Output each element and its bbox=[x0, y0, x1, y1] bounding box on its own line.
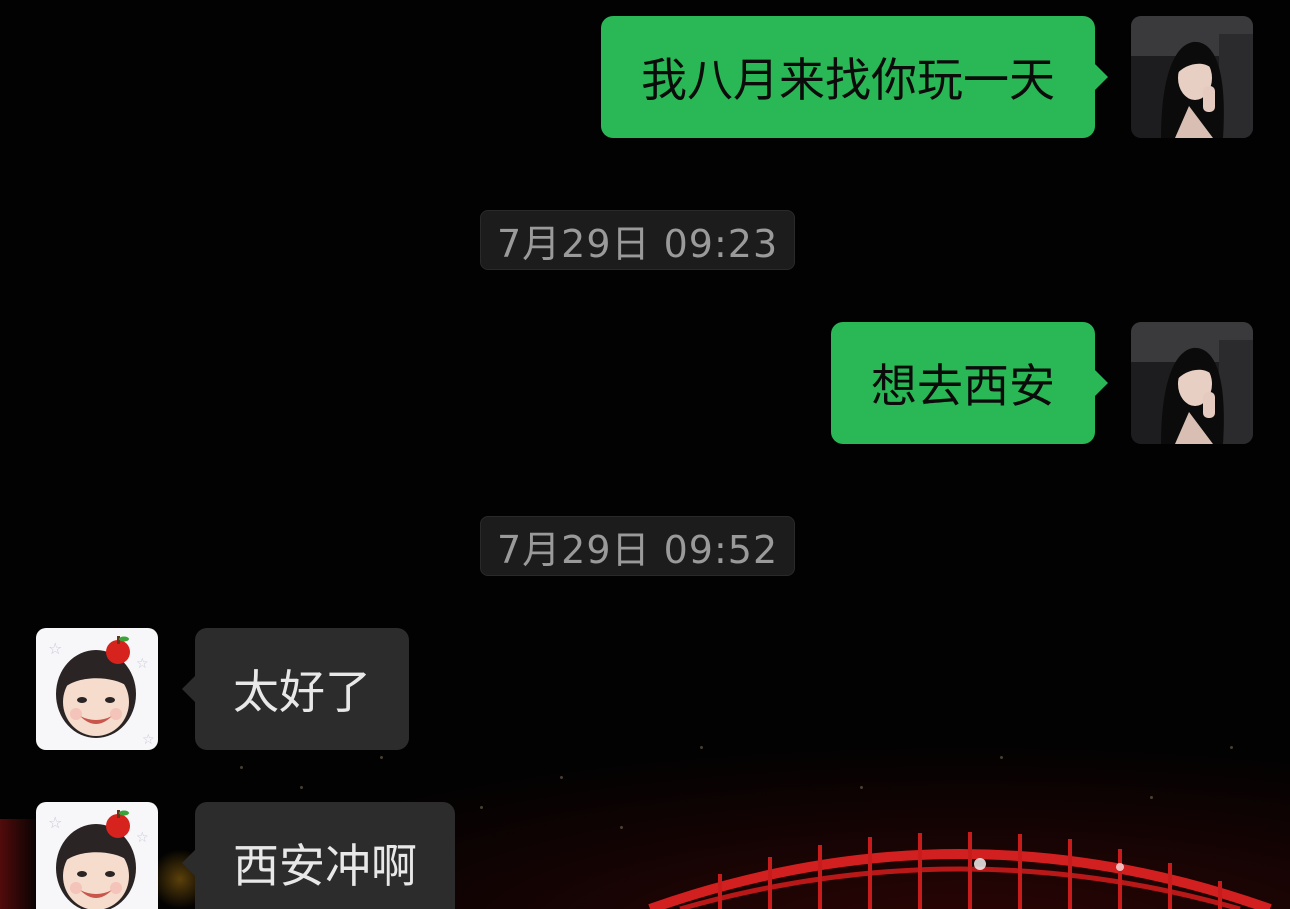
girl-with-apple-icon: ☆ ☆ bbox=[36, 802, 158, 909]
contact-avatar[interactable]: ☆ ☆ ☆ bbox=[36, 628, 158, 750]
contact-avatar[interactable]: ☆ ☆ bbox=[36, 802, 158, 909]
bridge-lights bbox=[648, 832, 1272, 909]
svg-text:☆: ☆ bbox=[136, 656, 149, 672]
incoming-message-bubble[interactable]: 西安冲啊 bbox=[182, 802, 455, 909]
message-text: 想去西安 bbox=[871, 359, 1055, 413]
outgoing-message-bubble[interactable]: 想去西安 bbox=[831, 322, 1108, 444]
message-text: 我八月来找你玩一天 bbox=[641, 53, 1055, 107]
svg-text:☆: ☆ bbox=[136, 830, 149, 846]
timestamp: 7月29日 09:23 bbox=[480, 210, 796, 270]
message-row: 我八月来找你玩一天 bbox=[601, 16, 1253, 138]
self-avatar[interactable] bbox=[1131, 322, 1253, 444]
message-row: 想去西安 bbox=[831, 322, 1253, 444]
self-avatar[interactable] bbox=[1131, 16, 1253, 138]
svg-text:☆: ☆ bbox=[142, 732, 155, 748]
message-row: ☆ ☆ 西安冲啊 bbox=[36, 802, 455, 909]
message-row: ☆ ☆ ☆ 太好了 bbox=[36, 628, 409, 750]
outgoing-message-bubble[interactable]: 我八月来找你玩一天 bbox=[601, 16, 1108, 138]
message-text: 太好了 bbox=[233, 665, 371, 719]
girl-with-apple-icon: ☆ ☆ ☆ bbox=[36, 628, 158, 750]
message-text: 西安冲啊 bbox=[233, 839, 417, 893]
timestamp: 7月29日 09:52 bbox=[480, 516, 796, 576]
svg-text:☆: ☆ bbox=[48, 639, 62, 658]
incoming-message-bubble[interactable]: 太好了 bbox=[182, 628, 409, 750]
svg-text:☆: ☆ bbox=[48, 813, 62, 832]
woman-portrait-icon bbox=[1131, 16, 1253, 138]
woman-portrait-icon bbox=[1131, 322, 1253, 444]
chat-screen: 我八月来找你玩一天 7月29日 09:23 想去西安 7月29日 09:52 ☆… bbox=[0, 0, 1290, 909]
